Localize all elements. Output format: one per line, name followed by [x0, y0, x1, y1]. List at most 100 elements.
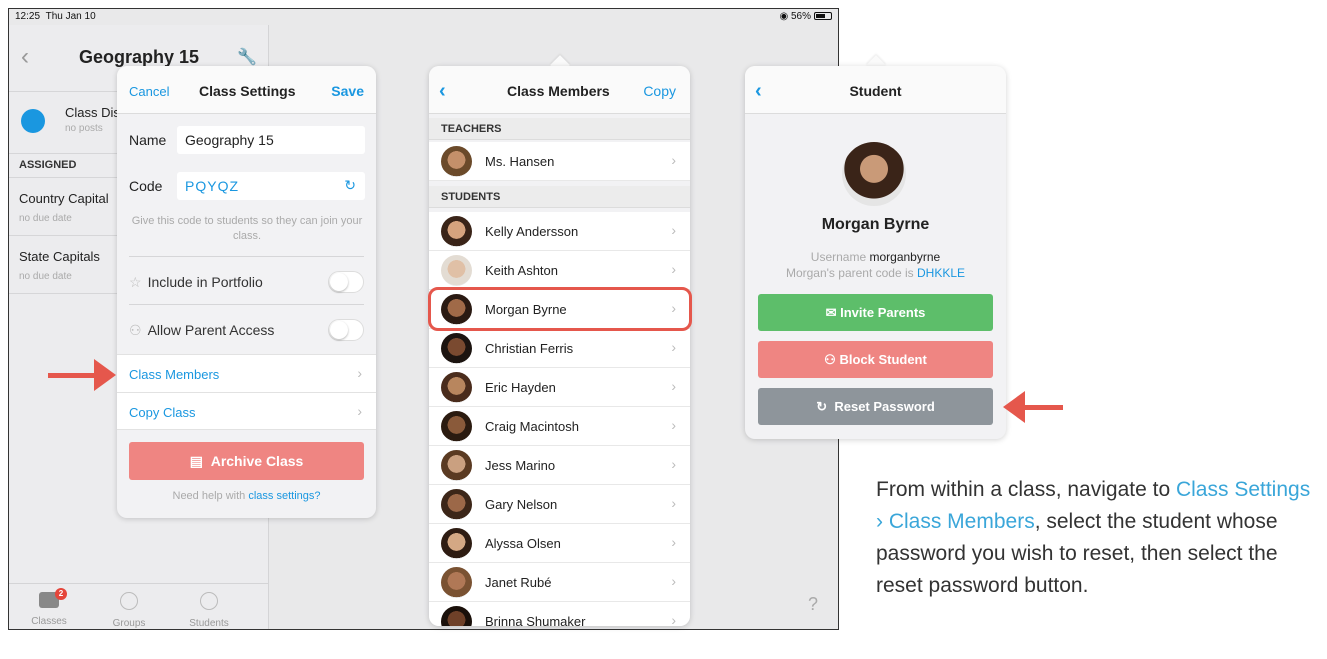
- wrench-icon[interactable]: 🔧: [237, 47, 257, 67]
- battery-icon: [814, 12, 832, 21]
- status-date: Thu Jan 10: [45, 11, 96, 22]
- assigned-header: ASSIGNED: [19, 159, 77, 171]
- class-settings-help-link[interactable]: class settings?: [248, 490, 320, 502]
- archive-icon: ▤: [189, 453, 203, 469]
- avatar: [441, 255, 472, 286]
- refresh-icon: ↻: [816, 399, 828, 414]
- cancel-button[interactable]: Cancel: [129, 84, 169, 99]
- member-row[interactable]: Janet Rubé ›: [429, 563, 690, 602]
- save-button[interactable]: Save: [331, 83, 364, 99]
- star-icon: ☆: [129, 274, 142, 290]
- help-icon[interactable]: ?: [808, 594, 818, 615]
- chevron-right-icon: ›: [671, 152, 676, 168]
- chevron-right-icon: ›: [671, 456, 676, 472]
- tab-groups[interactable]: Groups: [89, 584, 169, 629]
- refresh-icon[interactable]: ↻: [344, 177, 357, 194]
- avatar: [441, 528, 472, 559]
- settings-title: Class Settings: [199, 83, 296, 99]
- status-time: 12:25: [15, 11, 41, 22]
- member-name: Janet Rubé: [485, 575, 552, 590]
- assignment-due: no due date: [19, 213, 72, 224]
- invite-parents-button[interactable]: ✉ Invite Parents: [758, 294, 993, 331]
- wifi-icon: ◉: [779, 11, 789, 22]
- chevron-right-icon: ›: [671, 495, 676, 511]
- parent-code-value: DHKKLE: [917, 266, 966, 280]
- avatar: [842, 142, 906, 206]
- avatar: [441, 567, 472, 598]
- groups-icon: [120, 592, 138, 610]
- archive-class-button[interactable]: ▤ Archive Class: [129, 442, 364, 480]
- portfolio-label: Include in Portfolio: [147, 274, 263, 290]
- member-row[interactable]: Ms. Hansen ›: [429, 142, 690, 181]
- assignment-title[interactable]: Country Capital: [19, 191, 109, 206]
- avatar: [441, 606, 472, 626]
- members-title: Class Members: [507, 83, 610, 99]
- username-value: morganbyrne: [869, 250, 941, 264]
- class-members-link: Class Members: [129, 367, 220, 382]
- member-row[interactable]: Alyssa Olsen ›: [429, 524, 690, 563]
- code-field[interactable]: PQYQZ ↻: [177, 172, 365, 200]
- member-row[interactable]: Christian Ferris ›: [429, 329, 690, 368]
- member-row[interactable]: Kelly Andersson ›: [429, 212, 690, 251]
- instruction-caption: From within a class, navigate to Class S…: [876, 474, 1320, 602]
- member-name: Christian Ferris: [485, 341, 574, 356]
- back-chevron-icon[interactable]: ‹: [439, 80, 446, 103]
- copy-class-link: Copy Class: [129, 405, 196, 420]
- avatar: [441, 411, 472, 442]
- block-student-button[interactable]: ⚇ Block Student: [758, 341, 993, 378]
- arrow-shaft: [1023, 405, 1063, 410]
- chevron-right-icon: ›: [671, 417, 676, 433]
- archive-label: Archive Class: [210, 453, 304, 469]
- member-row[interactable]: Eric Hayden ›: [429, 368, 690, 407]
- tab-students[interactable]: Students: [169, 584, 249, 629]
- portfolio-toggle[interactable]: [328, 271, 364, 293]
- parent-icon: ⚇: [129, 322, 142, 338]
- chevron-right-icon: ›: [671, 222, 676, 238]
- member-row[interactable]: Gary Nelson ›: [429, 485, 690, 524]
- teachers-header: TEACHERS: [429, 118, 690, 140]
- class-members-popover: ‹ Class Members Copy TEACHERS Ms. Hansen…: [429, 66, 690, 626]
- portfolio-row: ☆ Include in Portfolio: [129, 274, 263, 291]
- member-row[interactable]: Jess Marino ›: [429, 446, 690, 485]
- member-row[interactable]: Keith Ashton ›: [429, 251, 690, 290]
- member-name: Jess Marino: [485, 458, 556, 473]
- mail-icon: ✉: [825, 305, 837, 320]
- chevron-right-icon: ›: [671, 378, 676, 394]
- parent-code-line: Morgan's parent code is DHKKLE: [745, 266, 1006, 280]
- name-field[interactable]: Geography 15: [177, 126, 365, 154]
- chevron-right-icon: ›: [671, 261, 676, 277]
- student-icon: [200, 592, 218, 610]
- discussion-title: Class Dis: [65, 105, 120, 120]
- student-title: Student: [849, 83, 902, 99]
- avatar: [441, 216, 472, 247]
- class-members-row[interactable]: Class Members ›: [117, 354, 376, 392]
- parent-access-toggle[interactable]: [328, 319, 364, 341]
- divider: [129, 304, 364, 305]
- assignment-title[interactable]: State Capitals: [19, 249, 100, 264]
- chevron-right-icon: ›: [671, 339, 676, 355]
- member-name: Kelly Andersson: [485, 224, 579, 239]
- help-prefix: Need help with: [172, 490, 246, 502]
- member-row[interactable]: Brinna Shumaker ›: [429, 602, 690, 626]
- avatar: [441, 450, 472, 481]
- caption-separator: ›: [876, 510, 889, 533]
- chevron-right-icon: ›: [671, 612, 676, 626]
- copy-button[interactable]: Copy: [643, 83, 676, 99]
- reset-label: Reset Password: [834, 399, 935, 414]
- members-header: ‹ Class Members Copy: [429, 66, 690, 114]
- member-name: Keith Ashton: [485, 263, 558, 278]
- assignment-due: no due date: [19, 271, 72, 282]
- back-chevron-icon[interactable]: ‹: [21, 43, 29, 71]
- avatar: [441, 333, 472, 364]
- arrow-right-icon: [94, 359, 116, 391]
- copy-class-row[interactable]: Copy Class ›: [117, 392, 376, 430]
- member-name: Eric Hayden: [485, 380, 556, 395]
- avatar: [441, 146, 472, 177]
- member-row[interactable]: Craig Macintosh ›: [429, 407, 690, 446]
- reset-password-button[interactable]: ↻ Reset Password: [758, 388, 993, 425]
- tab-classes[interactable]: 2 Classes: [9, 584, 89, 629]
- tab-label: Classes: [31, 616, 67, 627]
- settings-header: Cancel Class Settings Save: [117, 66, 376, 114]
- username-label: Username: [810, 250, 867, 264]
- class-settings-popover: Cancel Class Settings Save Name Geograph…: [117, 66, 376, 518]
